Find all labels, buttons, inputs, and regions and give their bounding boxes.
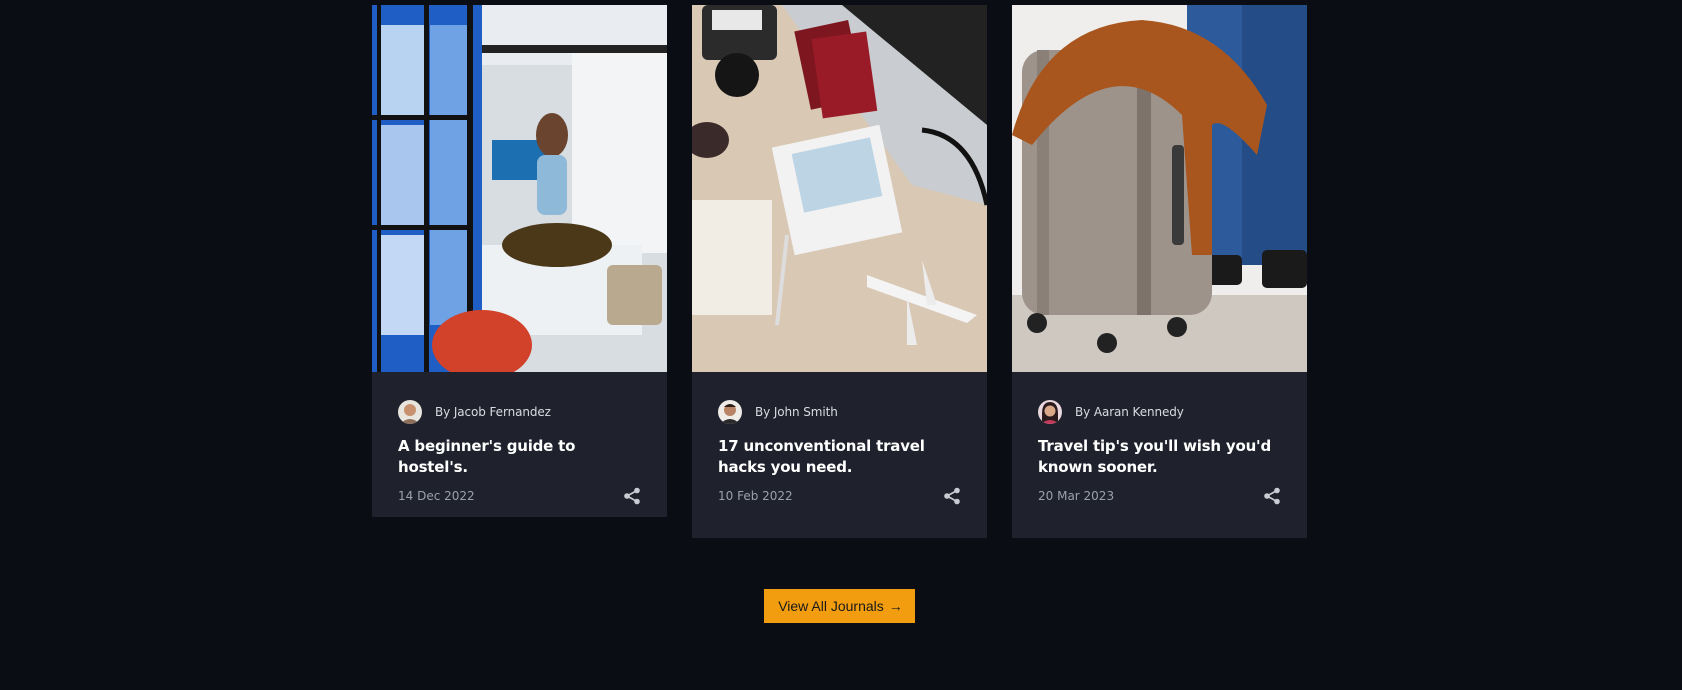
view-all-label: View All Journals (778, 598, 884, 614)
suitcase-photo (1012, 5, 1307, 372)
journal-image-hostel[interactable] (372, 5, 667, 372)
author-avatar (1038, 400, 1062, 424)
journal-cards: By Jacob Fernandez A beginner's guide to… (372, 5, 1307, 540)
arrow-right-icon: → (888, 598, 903, 614)
author-row: By Aaran Kennedy (1038, 400, 1281, 424)
journal-date: 14 Dec 2022 (398, 489, 475, 503)
journal-card[interactable]: By John Smith 17 unconventional travel h… (692, 5, 987, 538)
travel-flatlay-photo (692, 5, 987, 372)
journal-title[interactable]: A beginner's guide to hostel's. (398, 436, 641, 478)
author-avatar (398, 400, 422, 424)
share-icon[interactable] (943, 487, 961, 505)
author-row: By John Smith (718, 400, 961, 424)
journal-image-travel-flatlay[interactable] (692, 5, 987, 372)
author-name[interactable]: By Aaran Kennedy (1075, 405, 1184, 419)
share-icon[interactable] (1263, 487, 1281, 505)
author-row: By Jacob Fernandez (398, 400, 641, 424)
journal-title[interactable]: 17 unconventional travel hacks you need. (718, 436, 961, 478)
author-name[interactable]: By Jacob Fernandez (435, 405, 551, 419)
journal-date: 10 Feb 2022 (718, 489, 793, 503)
author-name[interactable]: By John Smith (755, 405, 838, 419)
author-avatar (718, 400, 742, 424)
hostel-photo (372, 5, 667, 372)
journal-date: 20 Mar 2023 (1038, 489, 1115, 503)
journal-title[interactable]: Travel tip's you'll wish you'd known soo… (1038, 436, 1281, 478)
view-all-journals-button[interactable]: View All Journals → (764, 589, 915, 623)
journal-card[interactable]: By Aaran Kennedy Travel tip's you'll wis… (1012, 5, 1307, 538)
journal-image-suitcase[interactable] (1012, 5, 1307, 372)
journal-card[interactable]: By Jacob Fernandez A beginner's guide to… (372, 5, 667, 517)
share-icon[interactable] (623, 487, 641, 505)
